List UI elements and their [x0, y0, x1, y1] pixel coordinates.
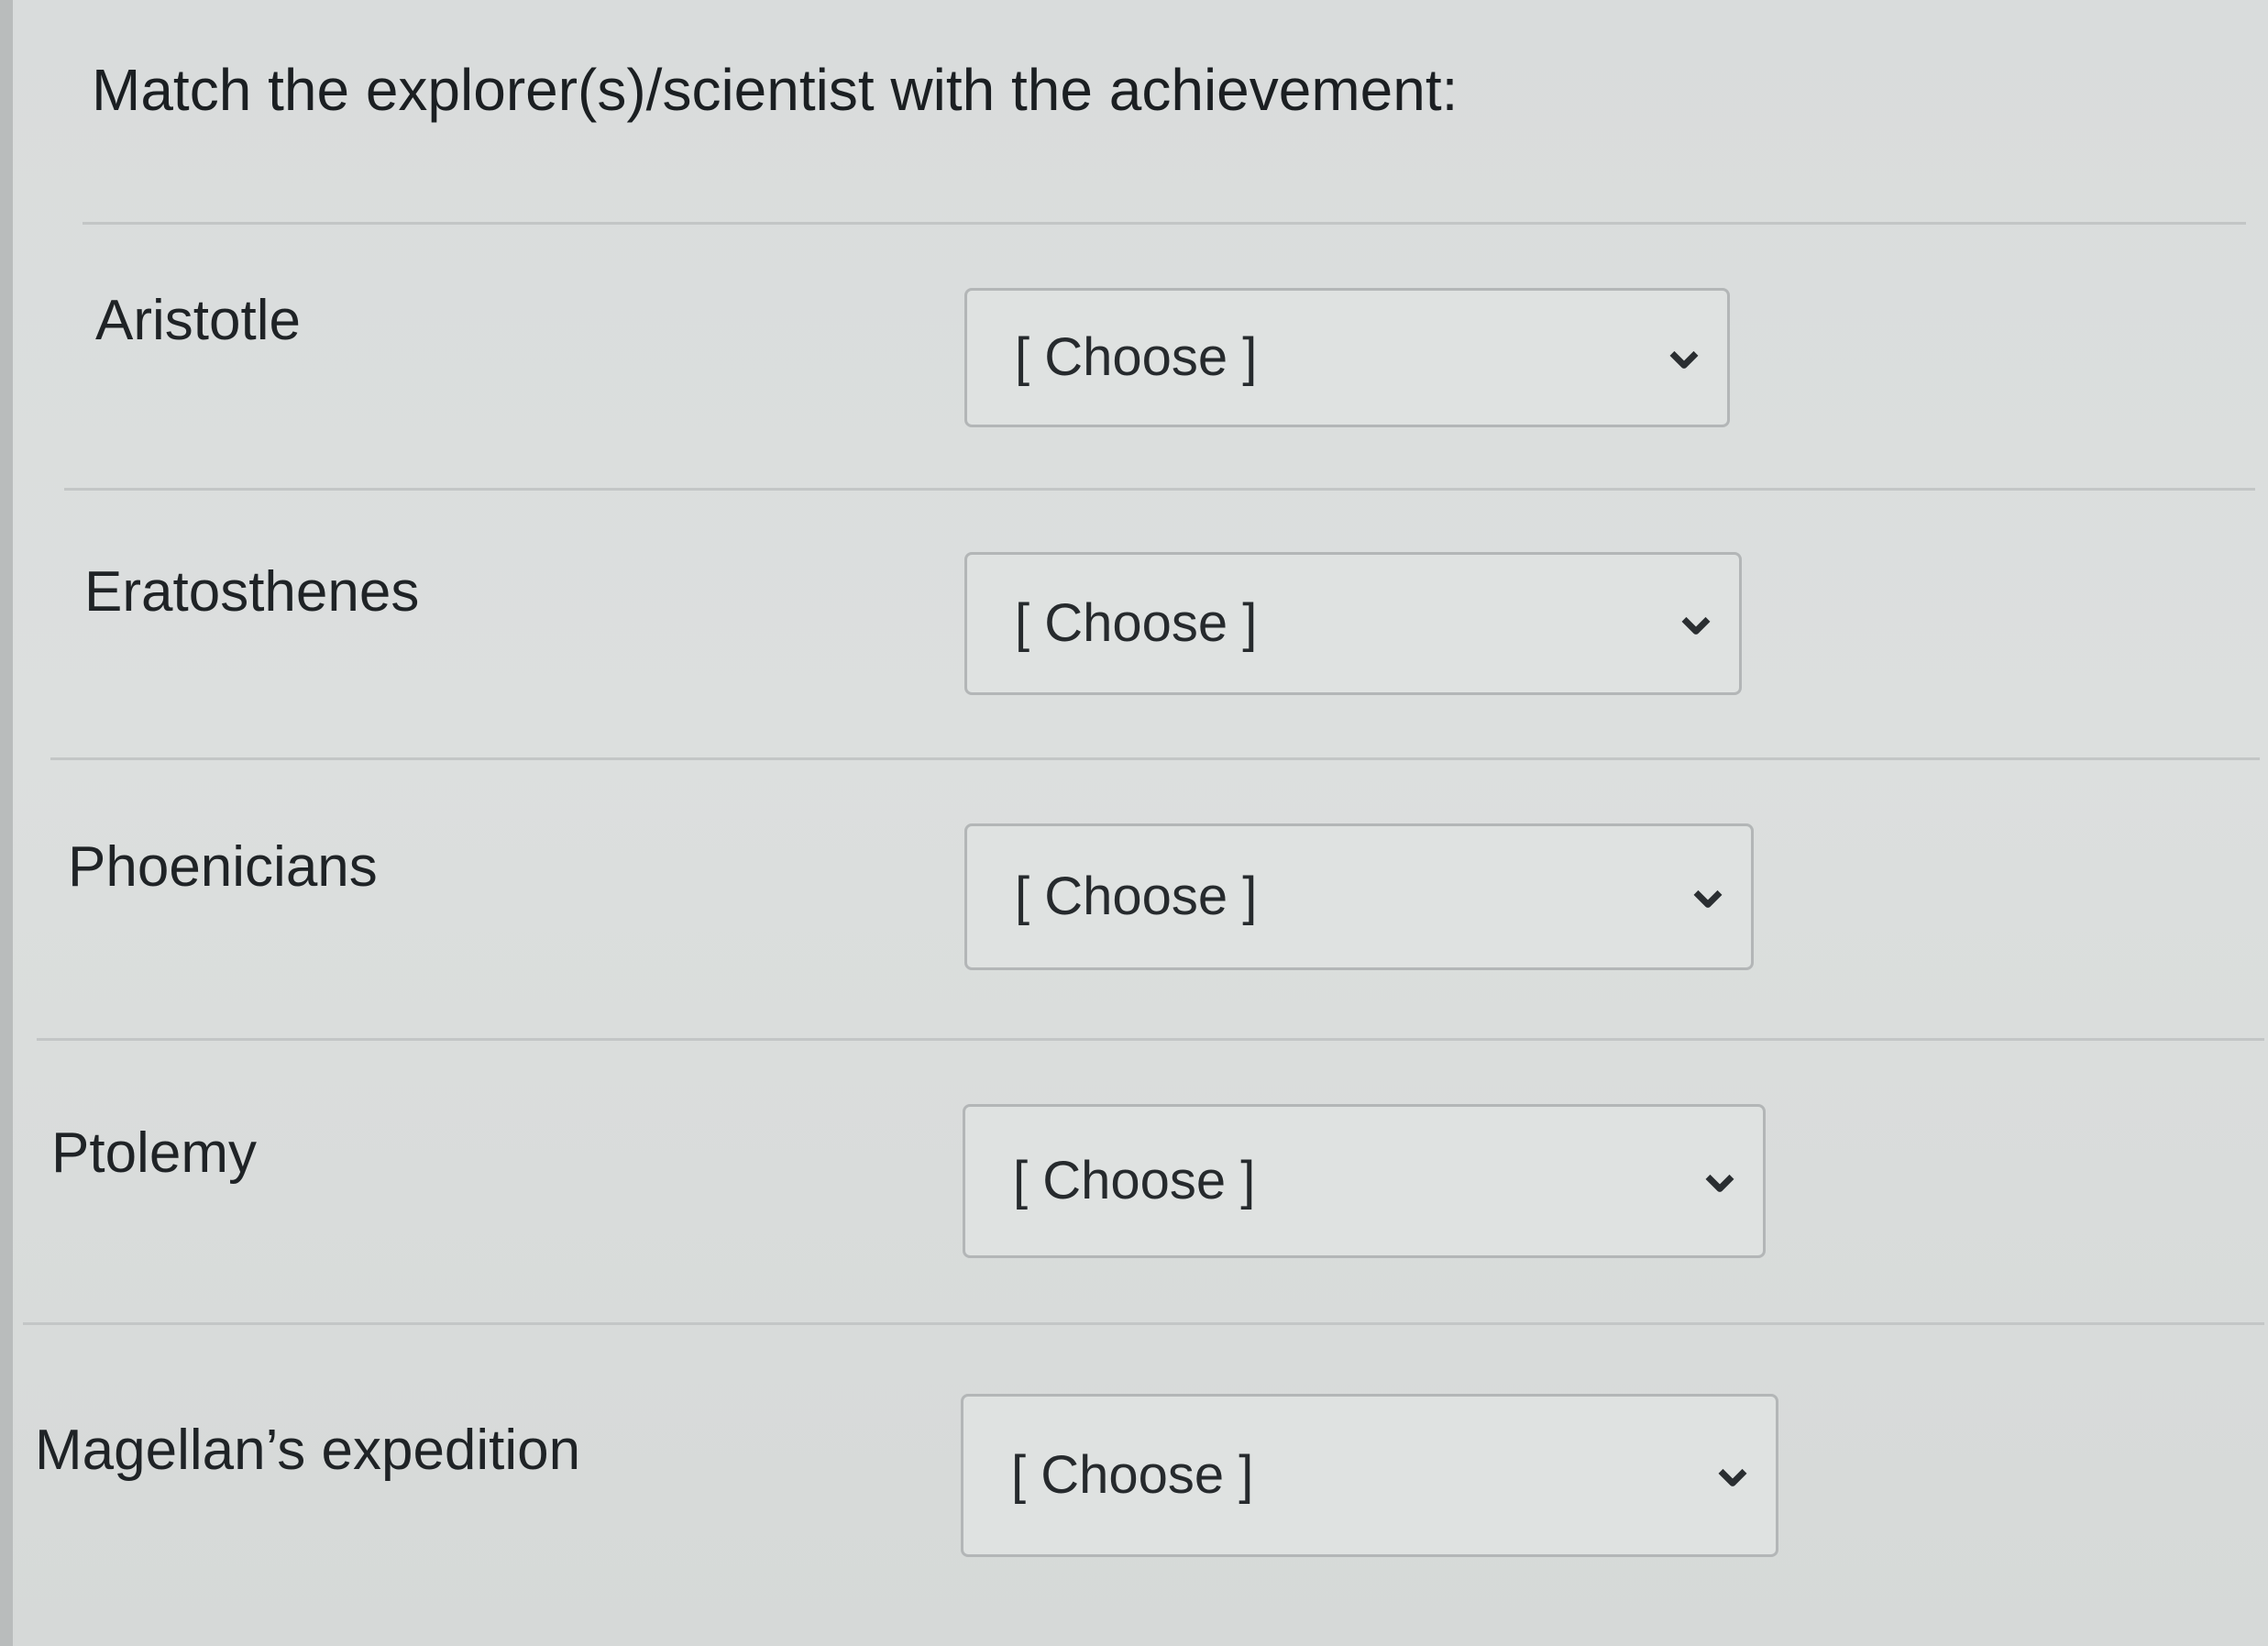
term-ptolemy: Ptolemy: [51, 1121, 257, 1185]
term-eratosthenes: Eratosthenes: [84, 560, 420, 624]
question-prompt: Match the explorer(s)/scientist with the…: [92, 57, 1459, 123]
select-value: [ Choose ]: [1011, 1445, 1254, 1505]
answer-select-eratosthenes[interactable]: [ Choose ]: [964, 552, 1742, 695]
chevron-down-icon: [1692, 888, 1723, 910]
term-aristotle: Aristotle: [95, 289, 301, 352]
term-magellans-expedition: Magellan’s expedition: [35, 1419, 581, 1482]
divider: [83, 222, 2246, 225]
term-phoenicians: Phoenicians: [68, 835, 378, 899]
select-value: [ Choose ]: [1013, 1151, 1256, 1210]
answer-select-ptolemy[interactable]: [ Choose ]: [963, 1104, 1766, 1258]
select-value: [ Choose ]: [1015, 593, 1258, 653]
chevron-down-icon: [1668, 348, 1700, 370]
window-edge: [0, 0, 13, 1646]
select-value: [ Choose ]: [1015, 867, 1258, 926]
chevron-down-icon: [1680, 614, 1712, 636]
select-value: [ Choose ]: [1015, 327, 1258, 387]
chevron-down-icon: [1704, 1172, 1735, 1194]
answer-select-phoenicians[interactable]: [ Choose ]: [964, 823, 1754, 970]
chevron-down-icon: [1717, 1466, 1748, 1488]
divider: [37, 1038, 2264, 1041]
answer-select-magellans-expedition[interactable]: [ Choose ]: [961, 1394, 1778, 1557]
divider: [23, 1322, 2264, 1325]
divider: [50, 757, 2260, 760]
answer-select-aristotle[interactable]: [ Choose ]: [964, 288, 1730, 427]
divider: [64, 488, 2255, 491]
